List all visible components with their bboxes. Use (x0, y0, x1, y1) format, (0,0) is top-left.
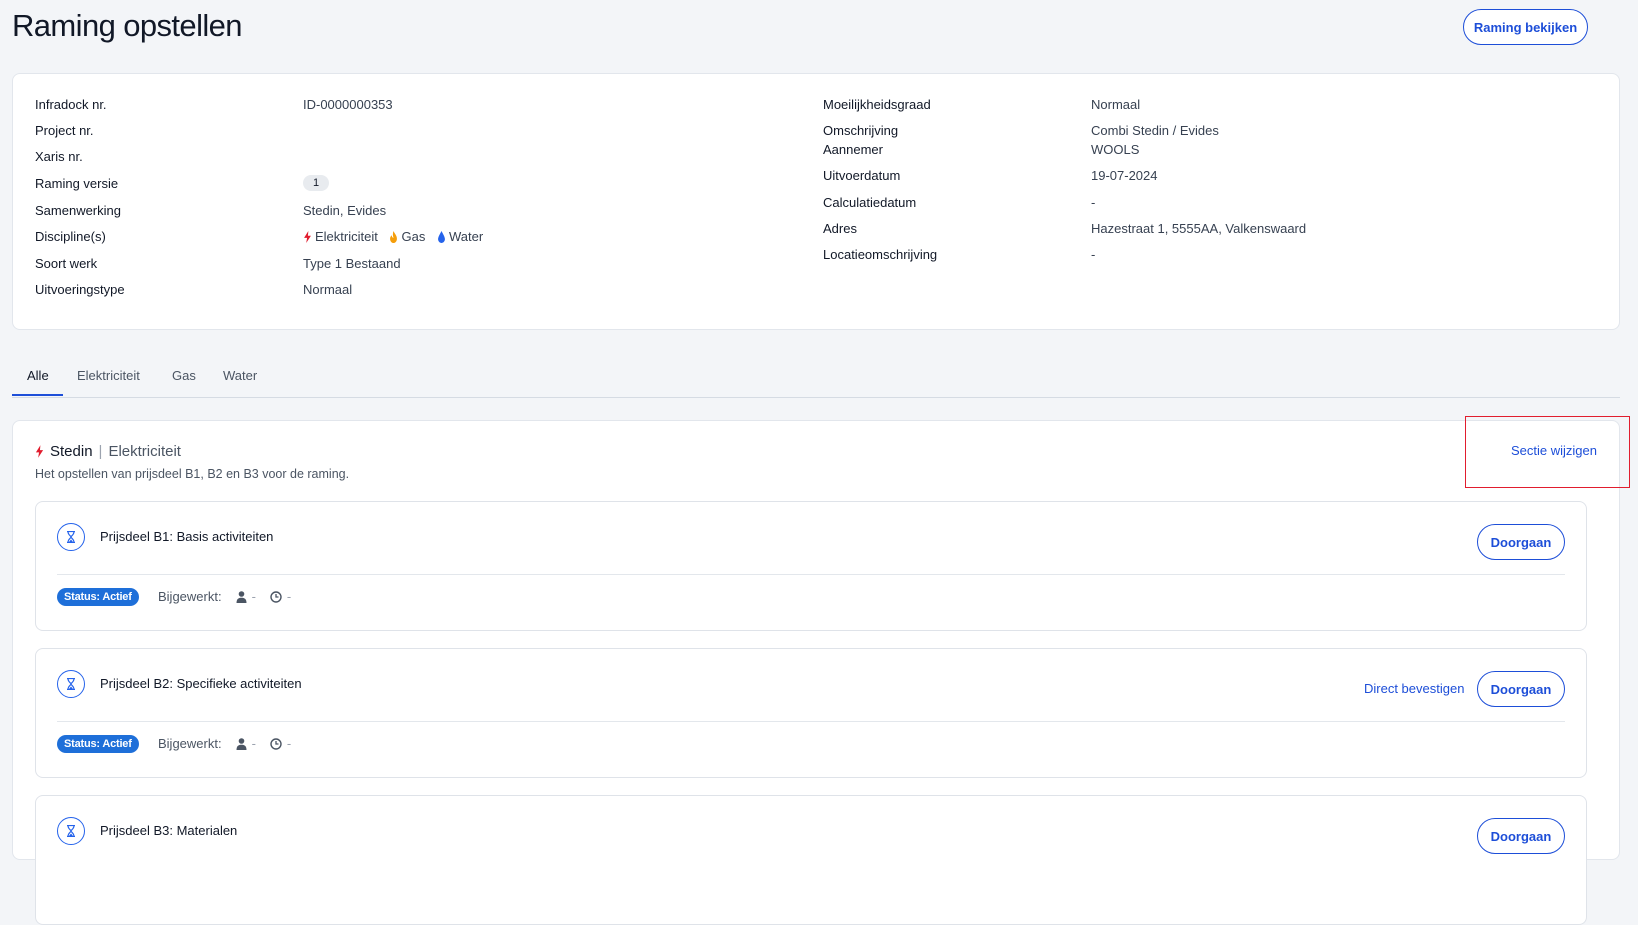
address-value: Hazestraat 1, 5555AA, Valkenswaard (1091, 221, 1307, 236)
section-card: Stedin | Elektriciteit Het opstellen van… (12, 420, 1620, 925)
continue-button[interactable]: Doorgaan (1477, 818, 1565, 854)
version-badge: 1 (303, 175, 330, 191)
divider (57, 721, 1565, 722)
info-row-execution-date: Uitvoerdatum (823, 168, 901, 183)
infradock-value: ID-0000000353 (303, 97, 393, 112)
continue-button[interactable]: Doorgaan (1477, 524, 1565, 560)
section-subtitle: Het opstellen van prijsdeel B1, B2 en B3… (35, 467, 350, 481)
status-badge: Status: Actief (57, 735, 139, 753)
confirm-directly-link[interactable]: Direct bevestigen (1364, 681, 1464, 696)
active-tab-indicator (12, 394, 63, 396)
execution-type-value: Normaal (303, 282, 353, 297)
tab-gas[interactable]: Gas (172, 368, 196, 396)
discipline-tabs: Alle Elektriciteit Gas Water (12, 362, 1620, 398)
execution-date-value: 19-07-2024 (1091, 168, 1158, 183)
user-icon (236, 590, 247, 603)
info-row-xaris: Xaris nr. (35, 149, 83, 164)
info-row-difficulty: Moeilijkheidsgraad (823, 97, 931, 112)
section-title: Stedin | Elektriciteit (35, 443, 181, 460)
clock-icon (270, 590, 282, 603)
price-part-title: Prijsdeel B1: Basis activiteiten (100, 529, 274, 544)
location-value: - (1091, 247, 1096, 262)
info-row-infradock: Infradock nr. (35, 97, 107, 112)
info-row-location: Locatieomschrijving (823, 247, 938, 262)
info-row-address: Adres (823, 221, 857, 236)
section-name: Stedin (50, 443, 93, 460)
info-row-contractor: Aannemer (823, 142, 883, 157)
clock-icon (270, 737, 282, 750)
user-icon (236, 737, 247, 750)
continue-button[interactable]: Doorgaan (1477, 671, 1565, 707)
info-row-description: Omschrijving (823, 123, 899, 138)
info-row-version: Raming versie (35, 176, 119, 191)
droplet-icon (438, 230, 445, 243)
view-estimate-button[interactable]: Raming bekijken (1463, 9, 1588, 45)
lightning-icon (35, 445, 44, 458)
info-row-execution-type: Uitvoeringstype (35, 282, 125, 297)
contractor-value: WOOLS (1091, 142, 1140, 157)
difficulty-value: Normaal (1091, 97, 1141, 112)
info-row-work-type: Soort werk (35, 256, 98, 271)
hourglass-icon (57, 817, 85, 845)
status-badge: Status: Actief (57, 588, 139, 606)
updated-info: Bijgewerkt: - - (158, 736, 292, 751)
info-row-calculation-date: Calculatiedatum (823, 195, 917, 210)
flame-icon (390, 230, 398, 243)
price-part-card-b1: Prijsdeel B1: Basis activiteiten Doorgaa… (35, 501, 1587, 631)
hourglass-icon (57, 523, 85, 551)
discipline-electricity: Elektriciteit (303, 229, 378, 244)
description-value: Combi Stedin / Evides (1091, 123, 1219, 138)
updated-info: Bijgewerkt: - - (158, 589, 292, 604)
section-discipline: Elektriciteit (108, 443, 181, 460)
work-type-value: Type 1 Bestaand (303, 256, 401, 271)
discipline-gas: Gas (389, 229, 425, 244)
highlight-box (1465, 416, 1630, 488)
page-title: Raming opstellen (12, 8, 243, 43)
discipline-water: Water (437, 229, 483, 244)
calculation-date-value: - (1091, 195, 1096, 210)
discipline-list: Elektriciteit Gas Water (303, 229, 491, 246)
price-part-card-b2: Prijsdeel B2: Specifieke activiteiten Di… (35, 648, 1587, 778)
info-card: Infradock nr. ID-0000000353 Project nr. … (12, 73, 1620, 330)
info-row-disciplines: Discipline(s) (35, 229, 106, 244)
price-part-card-b3: Prijsdeel B3: Materialen Doorgaan (35, 795, 1587, 925)
hourglass-icon (57, 670, 85, 698)
price-part-title: Prijsdeel B2: Specifieke activiteiten (100, 676, 302, 691)
info-row-project: Project nr. (35, 123, 94, 138)
info-row-collaboration: Samenwerking (35, 203, 121, 218)
tab-alle[interactable]: Alle (27, 368, 49, 396)
collaboration-value: Stedin, Evides (303, 203, 387, 218)
divider (57, 574, 1565, 575)
section-separator: | (98, 443, 103, 460)
price-part-title: Prijsdeel B3: Materialen (100, 823, 238, 838)
tab-elektriciteit[interactable]: Elektriciteit (77, 368, 140, 396)
tab-water[interactable]: Water (223, 368, 257, 396)
lightning-icon (304, 230, 311, 243)
